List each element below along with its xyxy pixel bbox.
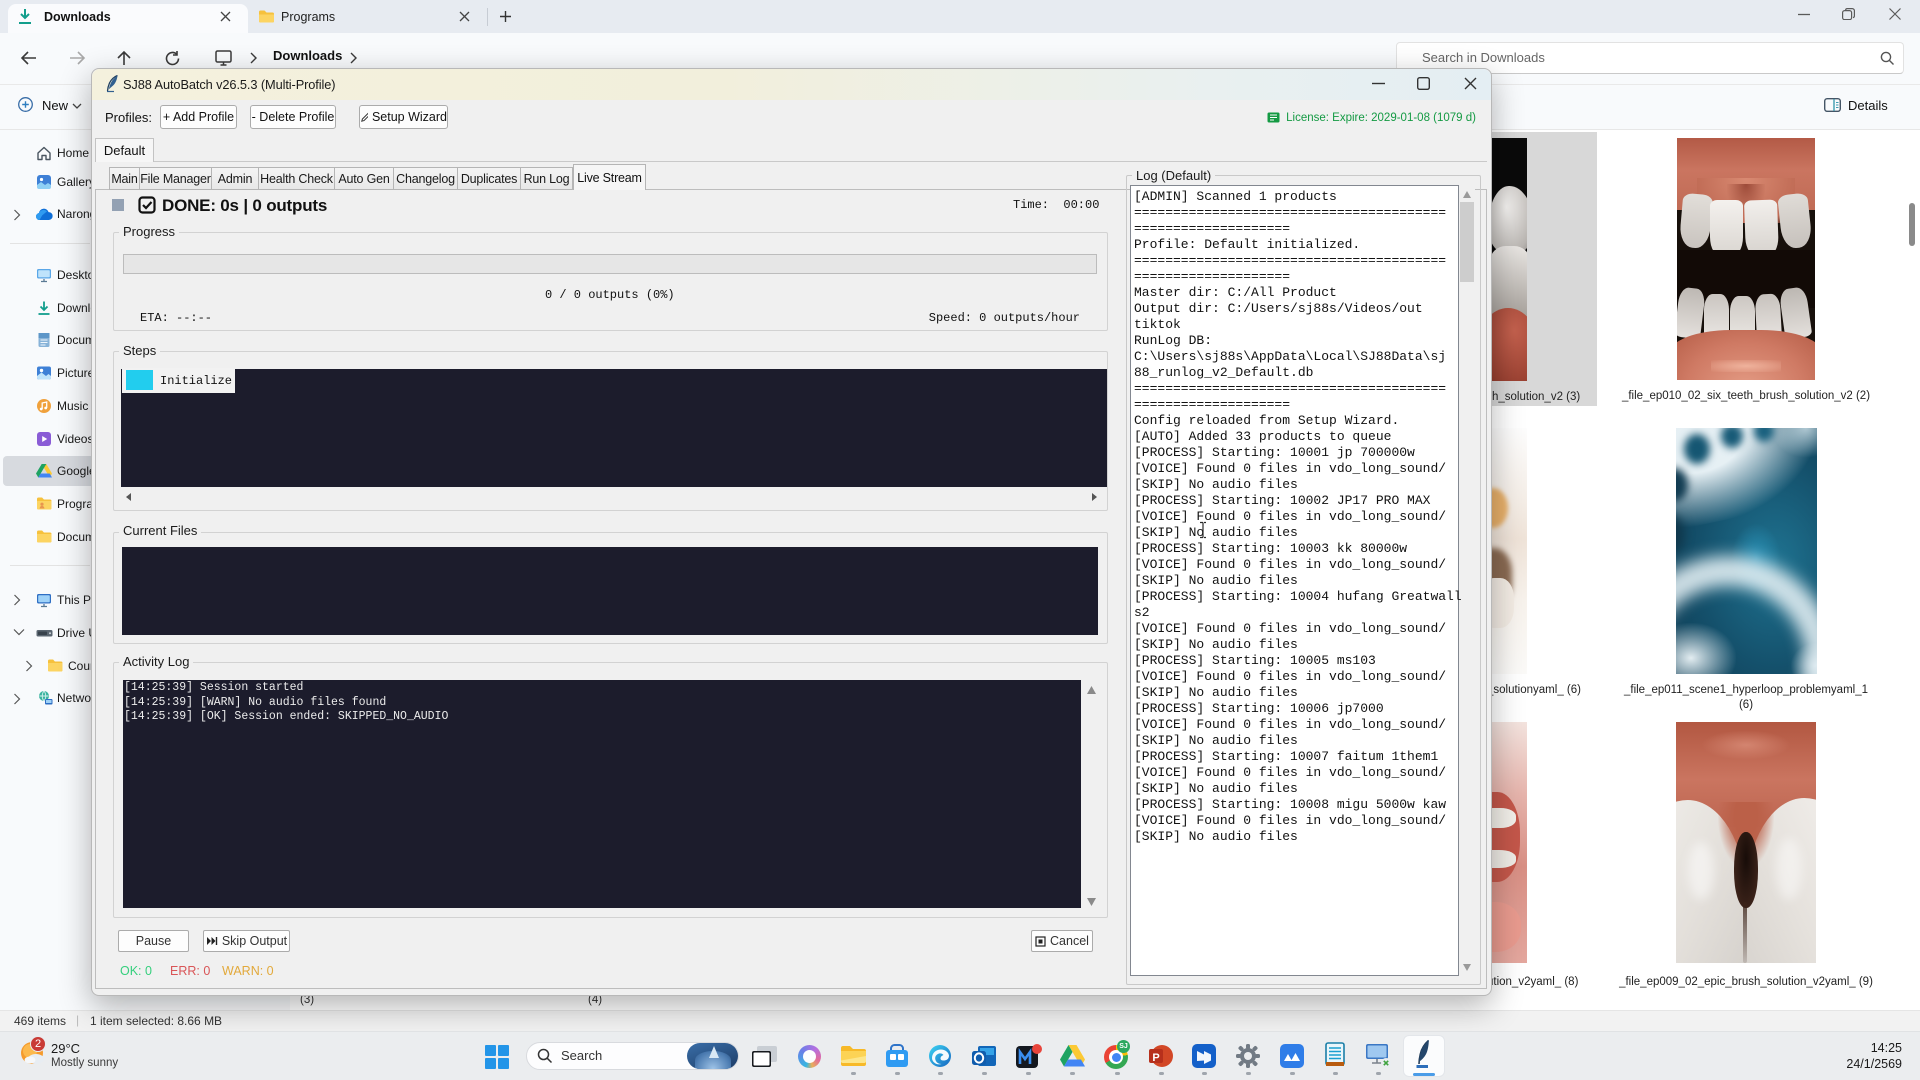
- svg-text:P: P: [1152, 1052, 1159, 1064]
